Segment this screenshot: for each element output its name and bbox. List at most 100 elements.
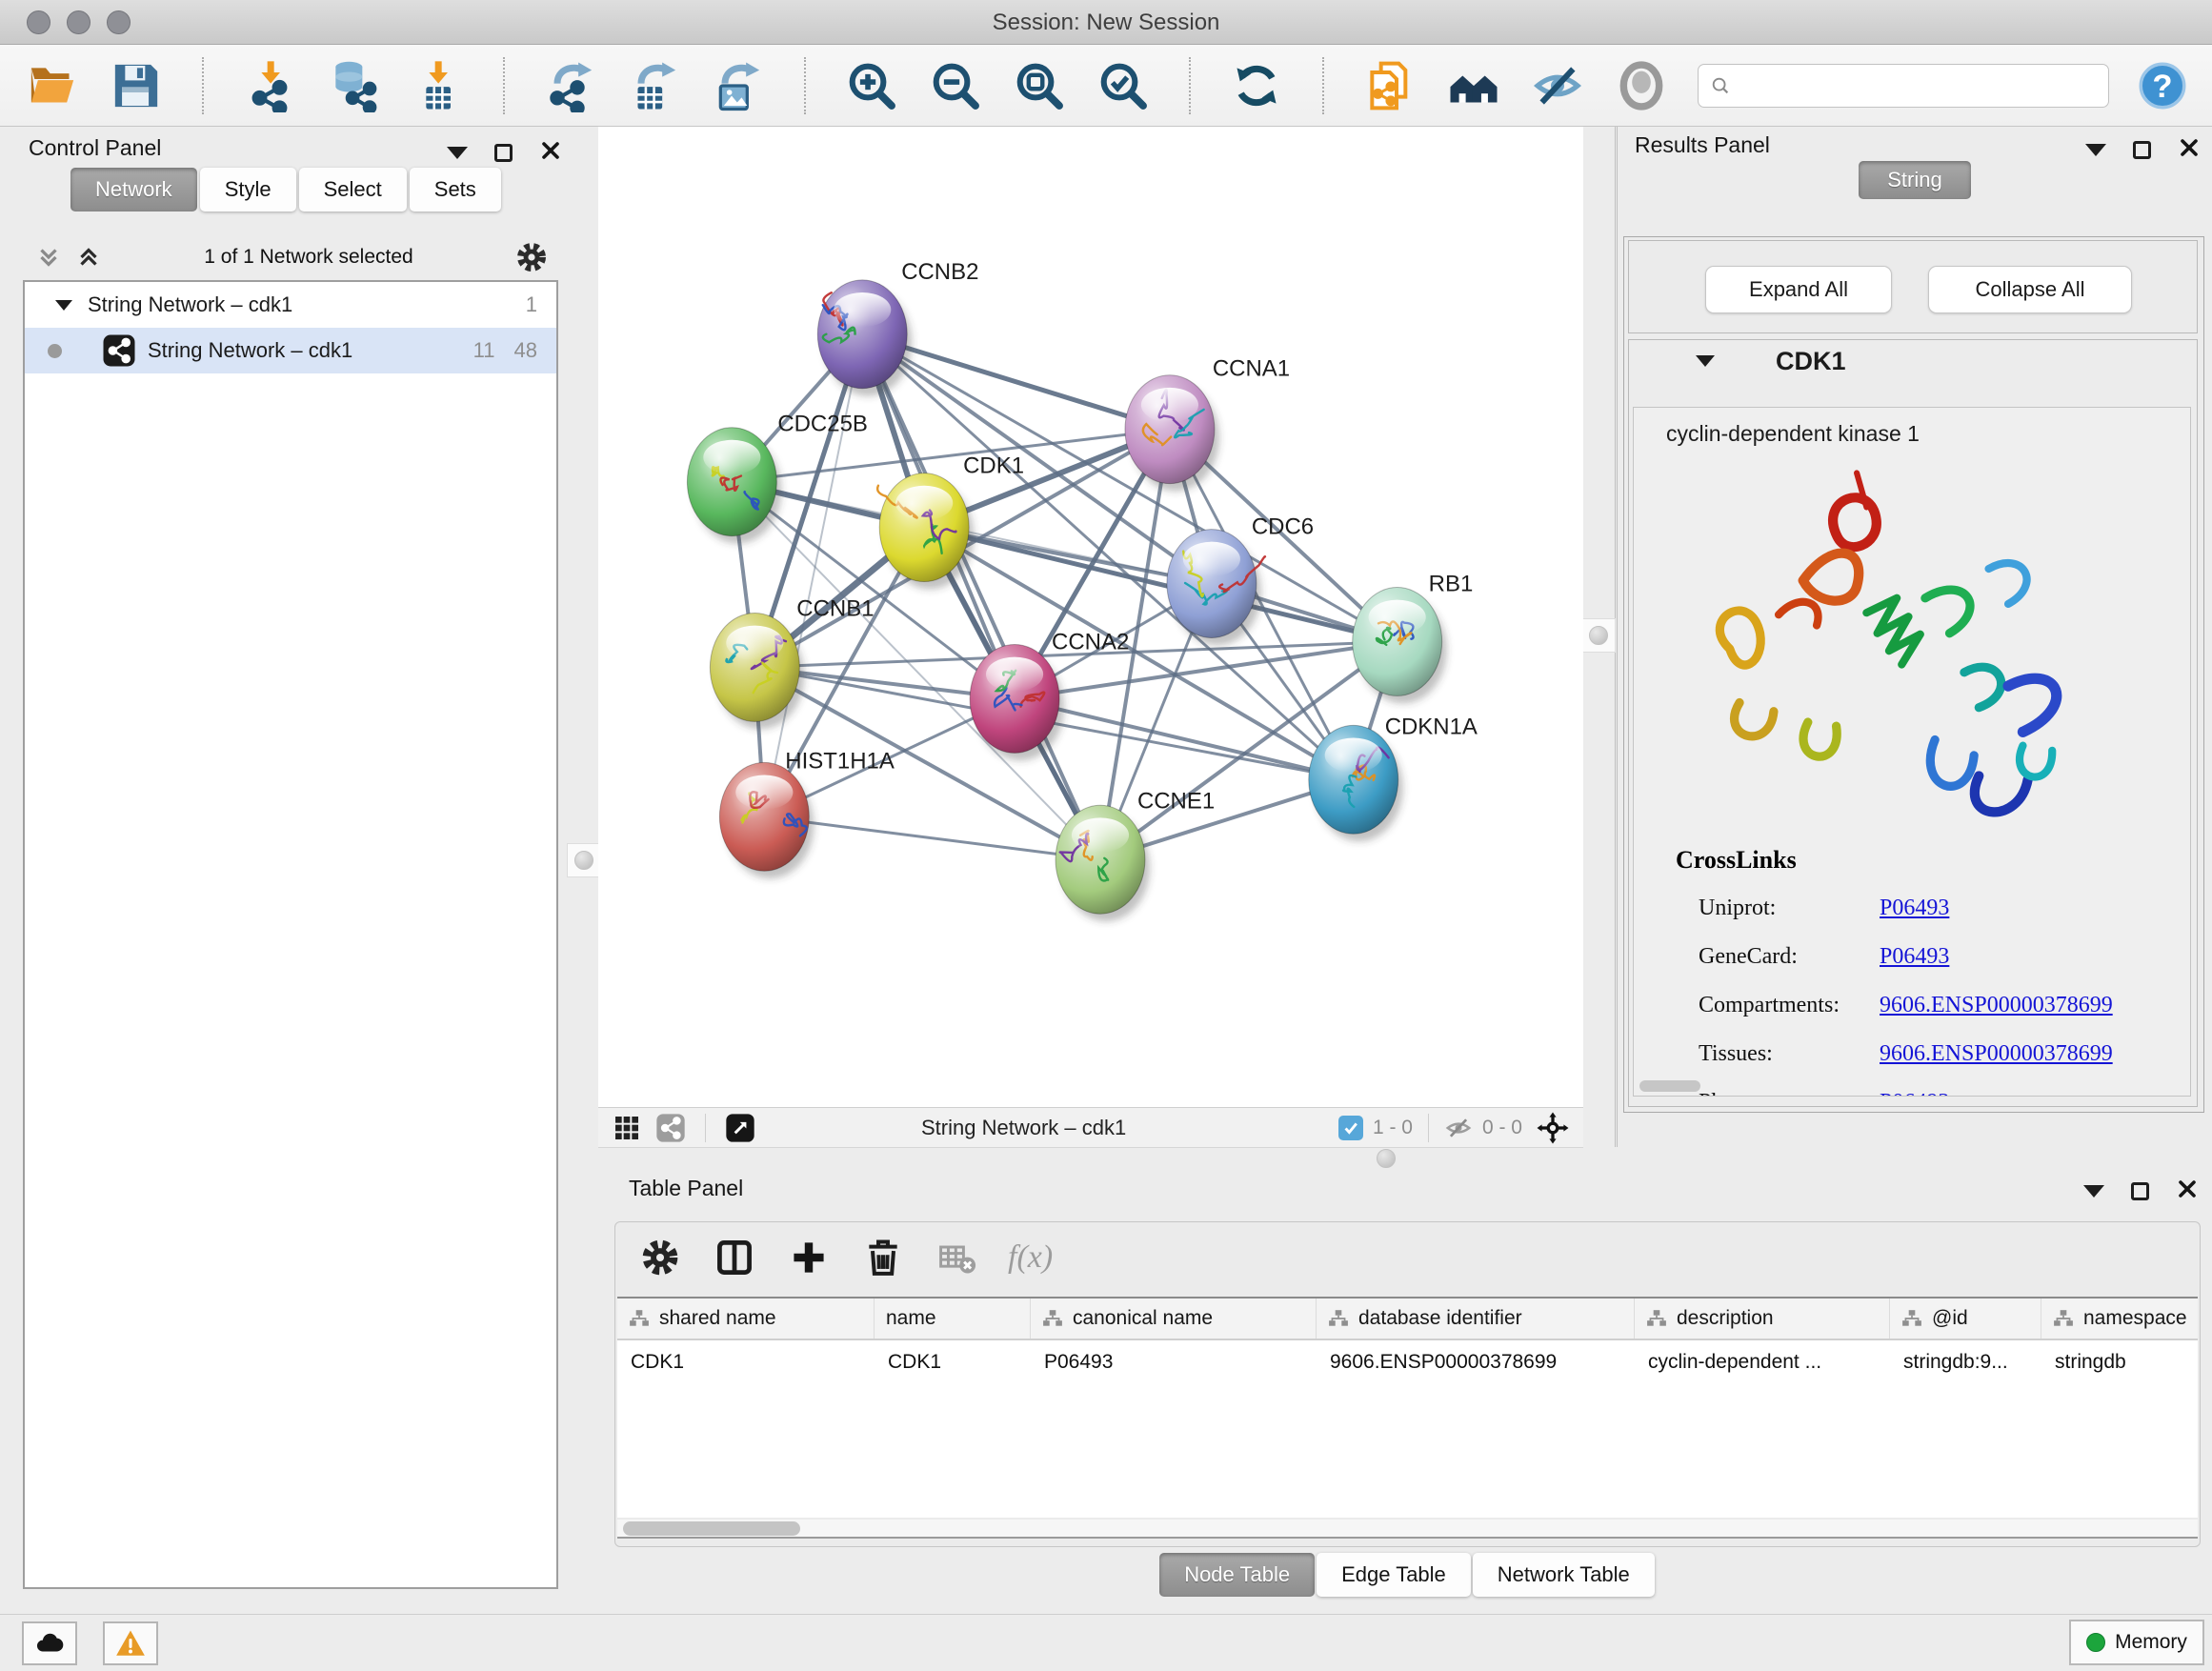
help-button[interactable]: ?	[2138, 58, 2187, 113]
tab-sets[interactable]: Sets	[410, 168, 501, 211]
column-header-databaseidentifier[interactable]: database identifier	[1317, 1299, 1635, 1339]
export-image-button[interactable]	[711, 58, 766, 113]
expand-all-button[interactable]: Expand All	[1705, 266, 1892, 313]
search-input[interactable]	[1739, 73, 2097, 97]
network-node-RB1[interactable]: RB1	[1353, 572, 1474, 704]
network-edge[interactable]	[862, 334, 1100, 859]
network-view-title: String Network – cdk1	[769, 1116, 1325, 1140]
scrollbar-thumb[interactable]	[623, 1521, 800, 1536]
import-network-database-button[interactable]	[326, 58, 381, 113]
left-splitter[interactable]	[571, 127, 599, 1147]
node-label-CCNB2: CCNB2	[901, 259, 978, 285]
column-header-id[interactable]: @id	[1890, 1299, 2041, 1339]
network-node-CDC25B[interactable]: CDC25B	[687, 412, 867, 544]
network-node-CDKN1A[interactable]: CDKN1A	[1309, 714, 1478, 841]
network-options-gear-icon[interactable]	[514, 240, 549, 274]
columns-icon	[714, 1237, 755, 1278]
node-label-CDKN1A: CDKN1A	[1385, 714, 1478, 739]
network-edge[interactable]	[764, 334, 862, 817]
panel-close-icon[interactable]	[539, 139, 562, 167]
right-splitter[interactable]	[1583, 127, 1618, 1147]
first-neighbors-button[interactable]	[1446, 58, 1501, 113]
tab-network-table[interactable]: Network Table	[1473, 1553, 1655, 1597]
network-selection-status: 1 of 1 Network selected	[103, 246, 514, 269]
add-column-button[interactable]	[785, 1234, 833, 1281]
grid-view-icon[interactable]	[612, 1113, 642, 1143]
network-edge[interactable]	[764, 816, 1100, 859]
crosslink-link[interactable]: P06493	[1880, 1090, 1949, 1097]
cloud-status-button[interactable]	[22, 1621, 77, 1665]
crosslink-link[interactable]: P06493	[1880, 944, 1949, 970]
panel-float-icon[interactable]	[2133, 141, 2151, 159]
panel-menu-icon[interactable]	[2085, 144, 2106, 156]
panel-close-icon[interactable]	[2178, 136, 2201, 164]
table-cell: 9606.ENSP00000378699	[1317, 1340, 1635, 1384]
hide-selected-button[interactable]	[1530, 58, 1585, 113]
save-session-button[interactable]	[109, 58, 164, 113]
crosslink-link[interactable]: 9606.ENSP00000378699	[1880, 1041, 2113, 1067]
column-header-canonicalname[interactable]: canonical name	[1031, 1299, 1317, 1339]
tab-network[interactable]: Network	[70, 168, 197, 211]
network-node-CCNB2[interactable]: CCNB2	[817, 259, 978, 396]
column-header-name[interactable]: name	[875, 1299, 1031, 1339]
tab-node-table[interactable]: Node Table	[1159, 1553, 1315, 1597]
status-bar: Memory	[0, 1614, 2212, 1671]
export-network-button[interactable]	[543, 58, 598, 113]
crosslink-link[interactable]: 9606.ENSP00000378699	[1880, 993, 2113, 1018]
table-settings-button[interactable]	[636, 1234, 684, 1281]
network-canvas[interactable]: CCNB2CCNA1CDC25BCDK1CDC6RB1CCNB1CCNA2CDK…	[598, 127, 1583, 1108]
column-header-namespace[interactable]: namespace	[2041, 1299, 2198, 1339]
show-columns-button[interactable]	[711, 1234, 758, 1281]
panel-close-icon[interactable]	[2176, 1178, 2199, 1205]
zoom-in-button[interactable]	[844, 58, 899, 113]
refresh-view-button[interactable]	[1229, 58, 1284, 113]
network-node-CCNE1[interactable]: CCNE1	[1056, 788, 1215, 921]
crosslink-row: Pharos:P06493	[1699, 1078, 2175, 1097]
import-table-button[interactable]	[410, 58, 465, 113]
network-node-CDK1[interactable]: CDK1	[877, 453, 1024, 590]
export-table-button[interactable]	[627, 58, 682, 113]
string-results-container: Expand All Collapse All CDK1 cyclin-depe…	[1623, 236, 2204, 1113]
import-table-icon	[411, 59, 464, 112]
column-header-sharedname[interactable]: shared name	[617, 1299, 875, 1339]
open-session-button[interactable]	[25, 58, 80, 113]
gene-expand-icon[interactable]	[1696, 355, 1715, 367]
expand-all-icon[interactable]	[74, 243, 103, 272]
tab-style[interactable]: Style	[200, 168, 296, 211]
table-row[interactable]: CDK1CDK1P064939606.ENSP00000378699cyclin…	[617, 1340, 2198, 1384]
collection-expand-icon[interactable]	[55, 300, 72, 311]
network-node-CCNA1[interactable]: CCNA1	[1125, 356, 1290, 492]
tab-select[interactable]: Select	[299, 168, 407, 211]
collapse-all-button[interactable]: Collapse All	[1928, 266, 2132, 313]
delete-column-button[interactable]	[859, 1234, 907, 1281]
network-row-selected[interactable]: String Network – cdk1 11 48	[25, 328, 556, 373]
panel-menu-icon[interactable]	[2083, 1185, 2104, 1198]
show-appearance-button[interactable]	[1614, 58, 1669, 113]
memory-button[interactable]: Memory	[2069, 1620, 2204, 1665]
collapse-all-icon[interactable]	[34, 243, 63, 272]
panel-float-icon[interactable]	[494, 144, 513, 162]
network-source-icon[interactable]	[655, 1113, 686, 1143]
selected-checkbox-icon[interactable]	[1338, 1116, 1363, 1140]
detach-view-icon[interactable]	[725, 1113, 755, 1143]
network-node-HIST1H1A[interactable]: HIST1H1A	[719, 748, 894, 878]
zoom-out-button[interactable]	[928, 58, 983, 113]
column-header-description[interactable]: description	[1635, 1299, 1890, 1339]
table-hscrollbar[interactable]	[617, 1520, 2198, 1539]
results-hscrollbar[interactable]	[1639, 1080, 1700, 1092]
network-collection-row[interactable]: String Network – cdk1 1	[25, 282, 556, 328]
network-state-dot	[48, 344, 62, 358]
tab-edge-table[interactable]: Edge Table	[1317, 1553, 1471, 1597]
crosslink-link[interactable]: P06493	[1880, 896, 1949, 921]
tab-string[interactable]: String	[1859, 161, 1970, 199]
clone-network-button[interactable]	[1362, 58, 1418, 113]
import-network-file-button[interactable]	[242, 58, 297, 113]
warnings-button[interactable]	[103, 1621, 158, 1665]
gene-section-header[interactable]: CDK1	[1629, 340, 2197, 382]
panel-menu-icon[interactable]	[447, 147, 468, 159]
zoom-selected-button[interactable]	[1096, 58, 1151, 113]
panel-float-icon[interactable]	[2131, 1182, 2149, 1200]
zoom-fit-button[interactable]	[1012, 58, 1067, 113]
hidden-eye-icon[interactable]	[1444, 1114, 1473, 1142]
fit-content-crosshair-icon[interactable]	[1536, 1111, 1570, 1145]
